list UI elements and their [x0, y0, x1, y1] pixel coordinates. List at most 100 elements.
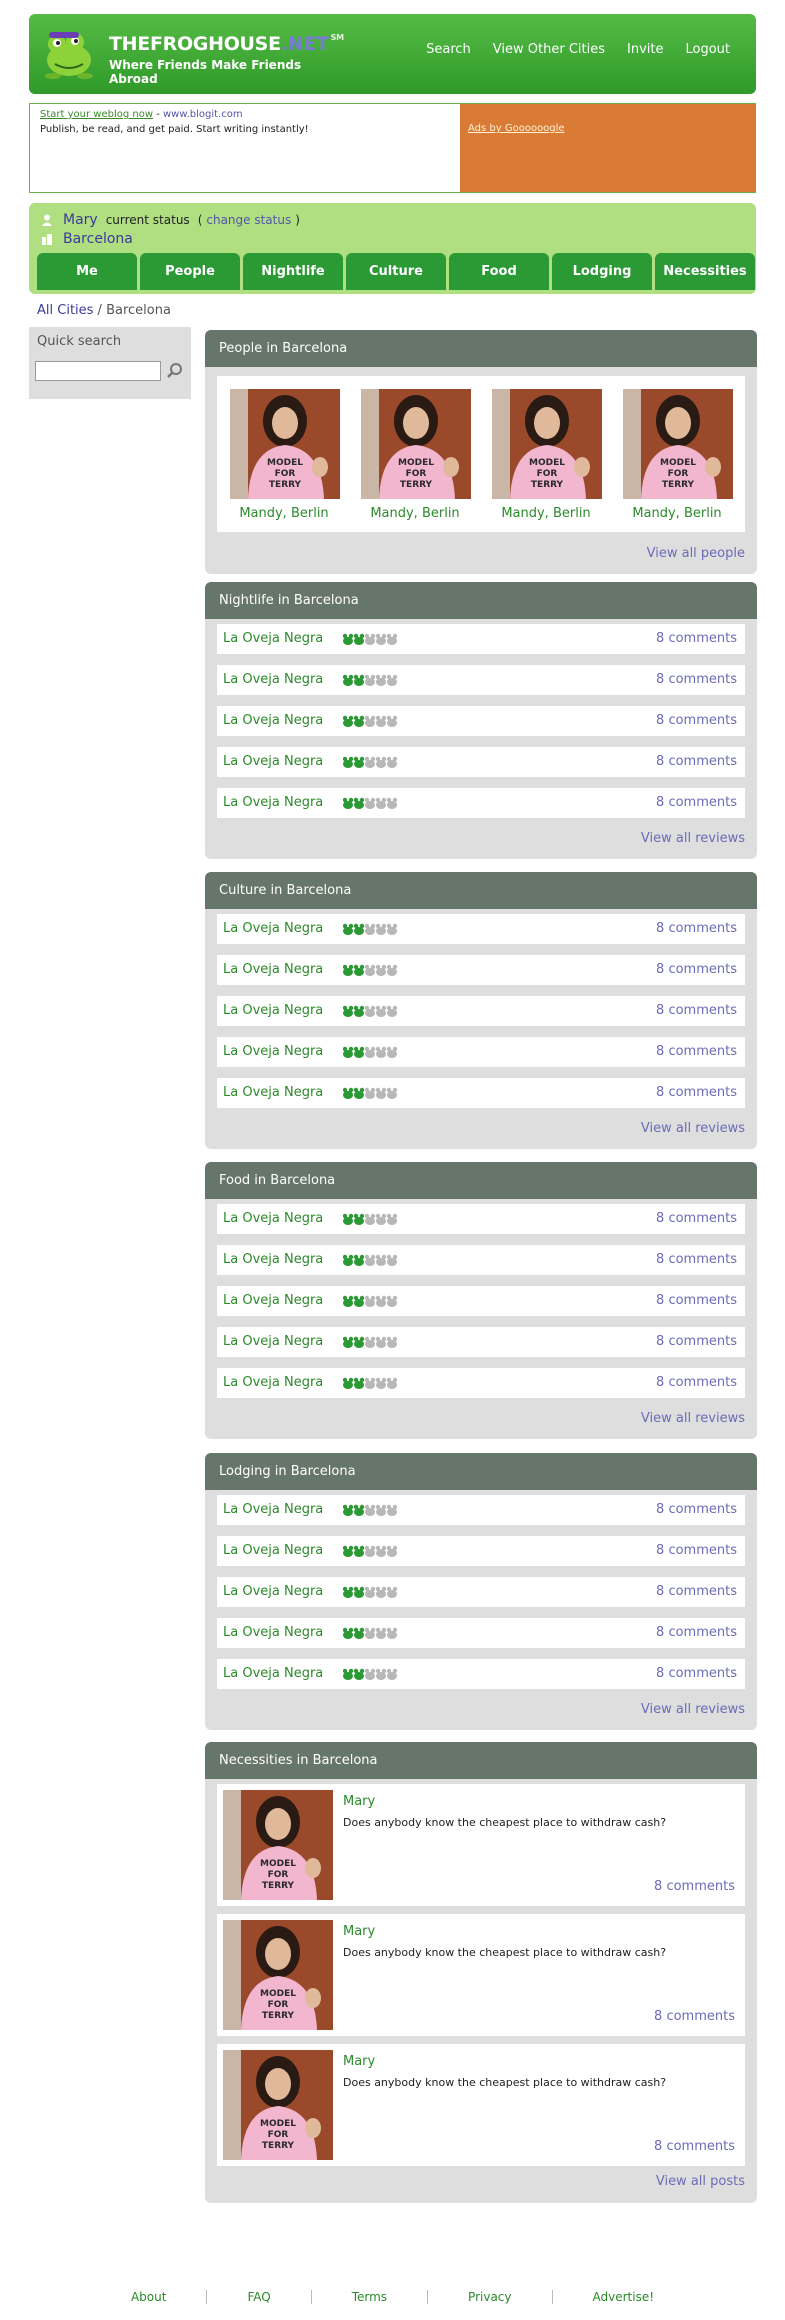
review-row[interactable]: La Oveja Negra 8 comments	[217, 955, 745, 985]
comments-link[interactable]: 8 comments	[656, 1252, 737, 1267]
nav-search[interactable]: Search	[426, 42, 471, 57]
comments-link[interactable]: 8 comments	[656, 754, 737, 769]
venue-name[interactable]: La Oveja Negra	[223, 1502, 323, 1517]
tab-culture[interactable]: Culture	[346, 253, 446, 290]
comments-link[interactable]: 8 comments	[656, 713, 737, 728]
comments-link[interactable]: 8 comments	[656, 1543, 737, 1558]
review-row[interactable]: La Oveja Negra 8 comments	[217, 1327, 745, 1357]
footer-faq[interactable]: FAQ	[207, 2290, 312, 2304]
review-row[interactable]: La Oveja Negra 8 comments	[217, 1495, 745, 1525]
comments-link[interactable]: 8 comments	[654, 2009, 735, 2024]
forum-post[interactable]: MODEL FOR TERRY Mary Does anybody know the…	[217, 2044, 745, 2166]
venue-name[interactable]: La Oveja Negra	[223, 754, 323, 769]
review-row[interactable]: La Oveja Negra 8 comments	[217, 1037, 745, 1067]
comments-link[interactable]: 8 comments	[656, 1003, 737, 1018]
ad-url[interactable]: www.blogit.com	[163, 109, 243, 120]
venue-name[interactable]: La Oveja Negra	[223, 1666, 323, 1681]
venue-name[interactable]: La Oveja Negra	[223, 1293, 323, 1308]
post-author-link[interactable]: Mary	[343, 1924, 375, 1939]
footer-terms[interactable]: Terms	[312, 2290, 429, 2304]
tab-nightlife[interactable]: Nightlife	[243, 253, 343, 290]
venue-name[interactable]: La Oveja Negra	[223, 631, 323, 646]
comments-link[interactable]: 8 comments	[656, 1044, 737, 1059]
footer-about[interactable]: About	[91, 2290, 208, 2304]
person-photo[interactable]: MODELFORTERRY	[623, 389, 733, 499]
venue-name[interactable]: La Oveja Negra	[223, 1543, 323, 1558]
review-row[interactable]: La Oveja Negra 8 comments	[217, 706, 745, 736]
review-row[interactable]: La Oveja Negra 8 comments	[217, 747, 745, 777]
view-all-reviews-link[interactable]: View all reviews	[641, 1121, 745, 1136]
breadcrumb-all-cities[interactable]: All Cities	[37, 303, 93, 318]
venue-name[interactable]: La Oveja Negra	[223, 1044, 323, 1059]
person-photo[interactable]: MODELFORTERRY	[361, 389, 471, 499]
post-author-link[interactable]: Mary	[343, 1794, 375, 1809]
view-all-posts-link[interactable]: View all posts	[656, 2174, 745, 2189]
comments-link[interactable]: 8 comments	[656, 962, 737, 977]
ads-by-google-link[interactable]: Ads by Goooooogle	[468, 123, 565, 134]
venue-name[interactable]: La Oveja Negra	[223, 672, 323, 687]
venue-name[interactable]: La Oveja Negra	[223, 1334, 323, 1349]
venue-name[interactable]: La Oveja Negra	[223, 1211, 323, 1226]
view-all-reviews-link[interactable]: View all reviews	[641, 831, 745, 846]
venue-name[interactable]: La Oveja Negra	[223, 1003, 323, 1018]
post-author-photo[interactable]: MODELFORTERRY	[223, 2050, 333, 2160]
venue-name[interactable]: La Oveja Negra	[223, 921, 323, 936]
person-card[interactable]: MODEL FOR TERRY Mandy, Berlin	[490, 389, 602, 521]
review-row[interactable]: La Oveja Negra 8 comments	[217, 1536, 745, 1566]
tab-necessities[interactable]: Necessities	[655, 253, 755, 290]
comments-link[interactable]: 8 comments	[656, 1375, 737, 1390]
comments-link[interactable]: 8 comments	[656, 795, 737, 810]
tab-people[interactable]: People	[140, 253, 240, 290]
post-author-link[interactable]: Mary	[343, 2054, 375, 2069]
nav-logout[interactable]: Logout	[685, 42, 730, 57]
venue-name[interactable]: La Oveja Negra	[223, 1375, 323, 1390]
person-name[interactable]: Mandy, Berlin	[621, 506, 733, 521]
footer-advertise[interactable]: Advertise!	[553, 2290, 695, 2304]
review-row[interactable]: La Oveja Negra 8 comments	[217, 1286, 745, 1316]
view-all-reviews-link[interactable]: View all reviews	[641, 1702, 745, 1717]
forum-post[interactable]: MODEL FOR TERRY Mary Does anybody know the…	[217, 1914, 745, 2036]
tab-food[interactable]: Food	[449, 253, 549, 290]
person-name[interactable]: Mandy, Berlin	[490, 506, 602, 521]
comments-link[interactable]: 8 comments	[656, 1666, 737, 1681]
logo[interactable]: THEFROGHOUSE.NET SM Where Friends Make Fr…	[39, 24, 349, 86]
username-link[interactable]: Mary	[63, 212, 98, 228]
comments-link[interactable]: 8 comments	[654, 1879, 735, 1894]
comments-link[interactable]: 8 comments	[656, 1085, 737, 1100]
review-row[interactable]: La Oveja Negra 8 comments	[217, 996, 745, 1026]
review-row[interactable]: La Oveja Negra 8 comments	[217, 665, 745, 695]
comments-link[interactable]: 8 comments	[656, 672, 737, 687]
post-author-photo[interactable]: MODELFORTERRY	[223, 1790, 333, 1900]
footer-privacy[interactable]: Privacy	[428, 2290, 553, 2304]
tab-me[interactable]: Me	[37, 253, 137, 290]
city-link[interactable]: Barcelona	[63, 231, 133, 247]
quick-search-input[interactable]	[35, 361, 161, 381]
venue-name[interactable]: La Oveja Negra	[223, 1625, 323, 1640]
person-card[interactable]: MODEL FOR TERRY Mandy, Berlin	[228, 389, 340, 521]
review-row[interactable]: La Oveja Negra 8 comments	[217, 624, 745, 654]
venue-name[interactable]: La Oveja Negra	[223, 1584, 323, 1599]
tab-lodging[interactable]: Lodging	[552, 253, 652, 290]
review-row[interactable]: La Oveja Negra 8 comments	[217, 1368, 745, 1398]
review-row[interactable]: La Oveja Negra 8 comments	[217, 1659, 745, 1689]
comments-link[interactable]: 8 comments	[656, 631, 737, 646]
person-photo[interactable]: MODELFORTERRY	[230, 389, 340, 499]
view-all-people-link[interactable]: View all people	[647, 546, 745, 561]
venue-name[interactable]: La Oveja Negra	[223, 1085, 323, 1100]
review-row[interactable]: La Oveja Negra 8 comments	[217, 788, 745, 818]
review-row[interactable]: La Oveja Negra 8 comments	[217, 1204, 745, 1234]
comments-link[interactable]: 8 comments	[656, 1625, 737, 1640]
person-photo[interactable]: MODELFORTERRY	[492, 389, 602, 499]
comments-link[interactable]: 8 comments	[656, 921, 737, 936]
post-author-photo[interactable]: MODELFORTERRY	[223, 1920, 333, 2030]
comments-link[interactable]: 8 comments	[656, 1211, 737, 1226]
search-icon[interactable]	[165, 361, 185, 381]
comments-link[interactable]: 8 comments	[654, 2139, 735, 2154]
review-row[interactable]: La Oveja Negra 8 comments	[217, 1078, 745, 1108]
review-row[interactable]: La Oveja Negra 8 comments	[217, 914, 745, 944]
view-all-reviews-link[interactable]: View all reviews	[641, 1411, 745, 1426]
comments-link[interactable]: 8 comments	[656, 1293, 737, 1308]
comments-link[interactable]: 8 comments	[656, 1584, 737, 1599]
person-card[interactable]: MODEL FOR TERRY Mandy, Berlin	[359, 389, 471, 521]
venue-name[interactable]: La Oveja Negra	[223, 713, 323, 728]
